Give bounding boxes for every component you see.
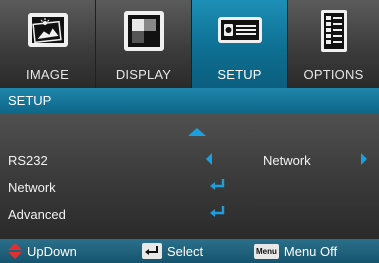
setting-row-rs232[interactable]: RS232 — [8, 153, 48, 168]
section-header: SETUP — [0, 88, 379, 114]
value-next-arrow-icon[interactable] — [361, 153, 367, 165]
footer-hint-bar: UpDown Select Menu Menu Off — [0, 239, 379, 263]
footer-updown-hint: UpDown — [8, 239, 77, 263]
footer-menu-hint: Menu Menu Off — [254, 239, 337, 263]
rs232-value: Network — [263, 153, 311, 168]
enter-key-icon — [142, 243, 162, 259]
enter-submenu-icon[interactable] — [209, 178, 227, 192]
settings-panel: RS232 Network Network Advanced — [0, 114, 379, 239]
tab-image[interactable]: IMAGE — [0, 0, 95, 88]
tab-setup-label: SETUP — [217, 67, 262, 82]
value-prev-arrow-icon[interactable] — [206, 153, 212, 165]
display-icon — [120, 7, 168, 55]
menu-tab-bar: IMAGE DISPLAY SETUP OPTIONS — [0, 0, 379, 88]
menu-key-icon: Menu — [254, 243, 279, 259]
tab-display[interactable]: DISPLAY — [96, 0, 191, 88]
tab-options[interactable]: OPTIONS — [288, 0, 379, 88]
tab-display-label: DISPLAY — [115, 67, 172, 82]
tab-options-label: OPTIONS — [303, 67, 364, 82]
updown-arrows-icon — [8, 243, 22, 259]
footer-select-hint: Select — [142, 239, 203, 263]
enter-submenu-icon[interactable] — [209, 205, 227, 219]
footer-updown-label: UpDown — [27, 243, 77, 259]
image-icon — [24, 7, 72, 55]
tab-image-label: IMAGE — [26, 67, 69, 82]
section-title: SETUP — [8, 93, 52, 108]
footer-menu-off-label: Menu Off — [283, 243, 338, 259]
scroll-up-arrow-icon[interactable] — [188, 128, 206, 136]
setup-icon — [216, 7, 264, 55]
options-icon — [310, 7, 358, 55]
projector-osd-menu: IMAGE DISPLAY SETUP OPTIONS SETUP RS232 … — [0, 0, 379, 263]
setting-row-network[interactable]: Network — [8, 180, 56, 195]
footer-select-label: Select — [167, 243, 204, 259]
tab-setup[interactable]: SETUP — [192, 0, 287, 88]
setting-row-advanced[interactable]: Advanced — [8, 207, 66, 222]
